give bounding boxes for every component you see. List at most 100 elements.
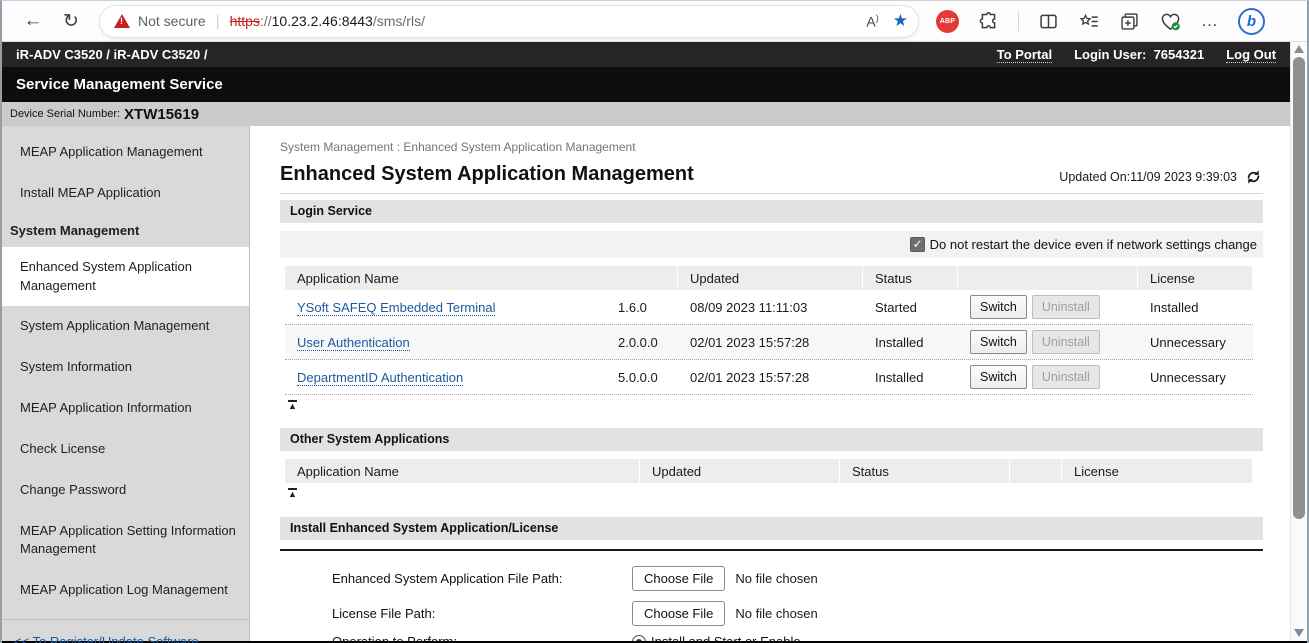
column-actions: [958, 266, 1138, 290]
uninstall-button[interactable]: Uninstall: [1032, 295, 1100, 319]
column-status: Status: [863, 266, 958, 290]
app-link-user-authentication[interactable]: User Authentication: [297, 335, 410, 351]
favorites-icon[interactable]: [1078, 11, 1100, 32]
serial-number-bar: Device Serial Number: XTW15619: [2, 102, 1290, 126]
uninstall-button[interactable]: Uninstall: [1032, 330, 1100, 354]
toolbar-divider: [1018, 11, 1019, 31]
app-link-ysoft-safeq[interactable]: YSoft SAFEQ Embedded Terminal: [297, 300, 495, 316]
refresh-sync-icon[interactable]: [1244, 168, 1263, 186]
address-bar[interactable]: Not secure | https://10.23.2.46:8443/sms…: [100, 6, 918, 37]
browser-window: ← ↻ Not secure | https://10.23.2.46:8443…: [0, 0, 1309, 643]
switch-button[interactable]: Switch: [970, 365, 1027, 389]
login-service-heading: Login Service: [280, 200, 1263, 223]
switch-button[interactable]: Switch: [970, 330, 1027, 354]
security-warning-icon[interactable]: [114, 14, 130, 28]
sidebar-item-enhanced-system-application-management[interactable]: Enhanced System Application Management: [2, 247, 249, 307]
read-aloud-icon[interactable]: A): [866, 13, 878, 30]
choose-file-button-license[interactable]: Choose File: [632, 601, 725, 626]
no-restart-checkbox[interactable]: [910, 237, 925, 252]
app-link-departmentid-authentication[interactable]: DepartmentID Authentication: [297, 370, 463, 386]
breadcrumb: System Management : Enhanced System Appl…: [280, 140, 1263, 154]
address-divider: |: [216, 13, 220, 30]
main-content: System Management : Enhanced System Appl…: [250, 126, 1290, 641]
table-header-row: Application Name Updated Status License: [285, 459, 1253, 483]
sidebar-item-system-application-management[interactable]: System Application Management: [2, 306, 249, 347]
table-row: DepartmentID Authentication 5.0.0.0 02/0…: [285, 360, 1253, 395]
scrollbar-down-icon[interactable]: [1294, 629, 1304, 637]
table-row: YSoft SAFEQ Embedded Terminal 1.6.0 08/0…: [285, 290, 1253, 325]
back-icon[interactable]: ←: [18, 6, 48, 36]
page-title: Enhanced System Application Management: [280, 163, 694, 186]
column-application-name: Application Name: [285, 266, 678, 290]
sidebar-item-install-meap-application[interactable]: Install MEAP Application: [2, 173, 249, 214]
service-title-bar: Service Management Service: [2, 67, 1290, 102]
to-register-update-software-link[interactable]: << To Register/Update Software: [14, 634, 199, 643]
radio-install-and-start[interactable]: [632, 635, 646, 642]
uninstall-button[interactable]: Uninstall: [1032, 365, 1100, 389]
app-license: Unnecessary: [1138, 326, 1253, 359]
operation-to-perform-label: Operation to Perform:: [332, 631, 632, 641]
radio-install-and-start-label: Install and Start or Enable: [651, 634, 801, 641]
column-application-name: Application Name: [285, 459, 640, 483]
collections-icon[interactable]: [1119, 11, 1140, 32]
license-file-path-label: License File Path:: [332, 606, 632, 621]
sidebar-item-meap-application-log-management[interactable]: MEAP Application Log Management: [2, 570, 249, 611]
app-status: Installed: [863, 361, 958, 394]
app-version: 2.0.0.0: [610, 326, 678, 359]
app-version: 5.0.0.0: [610, 361, 678, 394]
service-title: Service Management Service: [16, 76, 223, 93]
split-screen-icon[interactable]: [1038, 11, 1059, 32]
choose-file-button-application[interactable]: Choose File: [632, 566, 725, 591]
device-breadcrumb-bar: iR-ADV C3520 / iR-ADV C3520 / To Portal …: [2, 42, 1290, 67]
switch-button[interactable]: Switch: [970, 295, 1027, 319]
file-chosen-status: No file chosen: [735, 571, 817, 586]
app-version: 1.6.0: [610, 291, 678, 324]
scrollbar-up-icon[interactable]: [1294, 45, 1304, 53]
other-apps-table: Application Name Updated Status License: [285, 459, 1253, 483]
to-portal-link[interactable]: To Portal: [997, 47, 1052, 63]
sidebar: MEAP Application Management Install MEAP…: [2, 126, 250, 641]
log-out-link[interactable]: Log Out: [1226, 47, 1276, 63]
sidebar-item-change-password[interactable]: Change Password: [2, 470, 249, 511]
column-license: License: [1138, 266, 1253, 290]
url-separator: ://: [260, 13, 272, 29]
login-user: Login User: 7654321: [1074, 47, 1204, 62]
url-host: 10.23.2.46:8443: [272, 13, 373, 29]
column-updated: Updated: [640, 459, 840, 483]
adblock-plus-icon[interactable]: ABP: [936, 10, 959, 33]
browser-toolbar: ← ↻ Not secure | https://10.23.2.46:8443…: [2, 1, 1307, 42]
column-status: Status: [840, 459, 1010, 483]
column-updated: Updated: [678, 266, 863, 290]
app-updated: 02/01 2023 15:57:28: [678, 326, 863, 359]
sidebar-item-meap-application-management[interactable]: MEAP Application Management: [2, 132, 249, 173]
settings-more-icon[interactable]: …: [1201, 11, 1219, 31]
scrollbar-thumb[interactable]: [1293, 57, 1305, 519]
page-scrollbar[interactable]: [1290, 42, 1307, 641]
back-to-top-icon[interactable]: ▲: [288, 488, 297, 500]
device-breadcrumb: iR-ADV C3520 / iR-ADV C3520 /: [16, 47, 207, 62]
url-text[interactable]: https://10.23.2.46:8443/sms/rls/: [230, 13, 425, 29]
extensions-puzzle-icon[interactable]: [978, 11, 999, 32]
install-section-heading: Install Enhanced System Application/Lice…: [280, 517, 1263, 540]
sidebar-item-meap-application-setting-information-management[interactable]: MEAP Application Setting Information Man…: [2, 511, 249, 571]
favorite-star-icon[interactable]: ★: [893, 11, 908, 31]
table-row: User Authentication 2.0.0.0 02/01 2023 1…: [285, 325, 1253, 360]
sidebar-item-system-information[interactable]: System Information: [2, 347, 249, 388]
serial-number-label: Device Serial Number:: [10, 108, 120, 120]
refresh-icon[interactable]: ↻: [56, 6, 86, 36]
back-to-top-icon[interactable]: ▲: [288, 400, 297, 412]
sidebar-item-meap-application-information[interactable]: MEAP Application Information: [2, 388, 249, 429]
no-restart-checkbox-label: Do not restart the device even if networ…: [930, 237, 1257, 252]
sidebar-item-check-license[interactable]: Check License: [2, 429, 249, 470]
url-path: /sms/rls/: [373, 13, 425, 29]
updated-on-text: Updated On:11/09 2023 9:39:03: [1059, 170, 1237, 184]
column-license: License: [1062, 459, 1253, 483]
app-license: Unnecessary: [1138, 361, 1253, 394]
column-actions: [1010, 459, 1062, 483]
url-scheme: https: [230, 13, 260, 29]
app-status: Started: [863, 291, 958, 324]
bing-copilot-icon[interactable]: b: [1238, 8, 1265, 35]
browser-essentials-icon[interactable]: [1159, 11, 1182, 32]
app-license: Installed: [1138, 291, 1253, 324]
security-warning-label[interactable]: Not secure: [138, 13, 206, 29]
